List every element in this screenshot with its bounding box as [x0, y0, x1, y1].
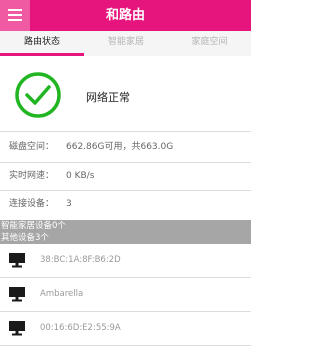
tab-router-status[interactable]: 路由状态 — [0, 31, 84, 56]
device-name: Ambarella — [40, 289, 84, 299]
disk-space-label: 磁盘空间： — [9, 142, 55, 152]
tab-smart-home[interactable]: 智能家居 — [84, 31, 168, 56]
disk-space-value: 662.86G可用，共663.0G — [66, 142, 174, 152]
connected-devices-label: 连接设备： — [9, 199, 55, 209]
connected-devices-value: 3 — [66, 199, 72, 209]
checkmark-circle-icon — [15, 72, 61, 118]
other-devices-group[interactable]: 其他设备3个 — [0, 232, 251, 244]
device-list-item[interactable]: Ambarella — [0, 278, 251, 311]
tab-label: 家庭空间 — [191, 37, 228, 47]
page-title: 和路由 — [105, 8, 145, 23]
divider — [0, 345, 251, 346]
realtime-speed-value: 0 KB/s — [66, 171, 95, 181]
smart-home-devices-group[interactable]: 智能家居设备0个 — [0, 220, 251, 232]
device-name: 00:16:6D:E2:55:9A — [40, 323, 121, 333]
network-status-panel: 网络正常 — [0, 56, 251, 134]
device-name: 38:BC:1A:8F:B6:2D — [40, 255, 121, 265]
computer-monitor-icon — [9, 253, 25, 268]
computer-monitor-icon — [9, 287, 25, 302]
network-status-text: 网络正常 — [86, 91, 130, 104]
tab-label: 路由状态 — [23, 37, 60, 47]
disk-space-row: 磁盘空间： 662.86G可用，共663.0G — [0, 133, 251, 162]
computer-monitor-icon — [9, 321, 25, 336]
realtime-speed-row: 实时网速： 0 KB/s — [0, 162, 251, 191]
divider — [0, 131, 251, 132]
device-list-item[interactable]: 38:BC:1A:8F:B6:2D — [0, 244, 251, 277]
app-header: 和路由 — [0, 0, 251, 31]
tab-home-space[interactable]: 家庭空间 — [168, 31, 251, 56]
tab-label: 智能家居 — [107, 37, 144, 47]
connected-devices-row: 连接设备： 3 — [0, 190, 251, 219]
tab-bar: 路由状态 智能家居 家庭空间 — [0, 31, 251, 56]
device-list-item[interactable]: 00:16:6D:E2:55:9A — [0, 312, 251, 345]
realtime-speed-label: 实时网速： — [9, 171, 55, 181]
